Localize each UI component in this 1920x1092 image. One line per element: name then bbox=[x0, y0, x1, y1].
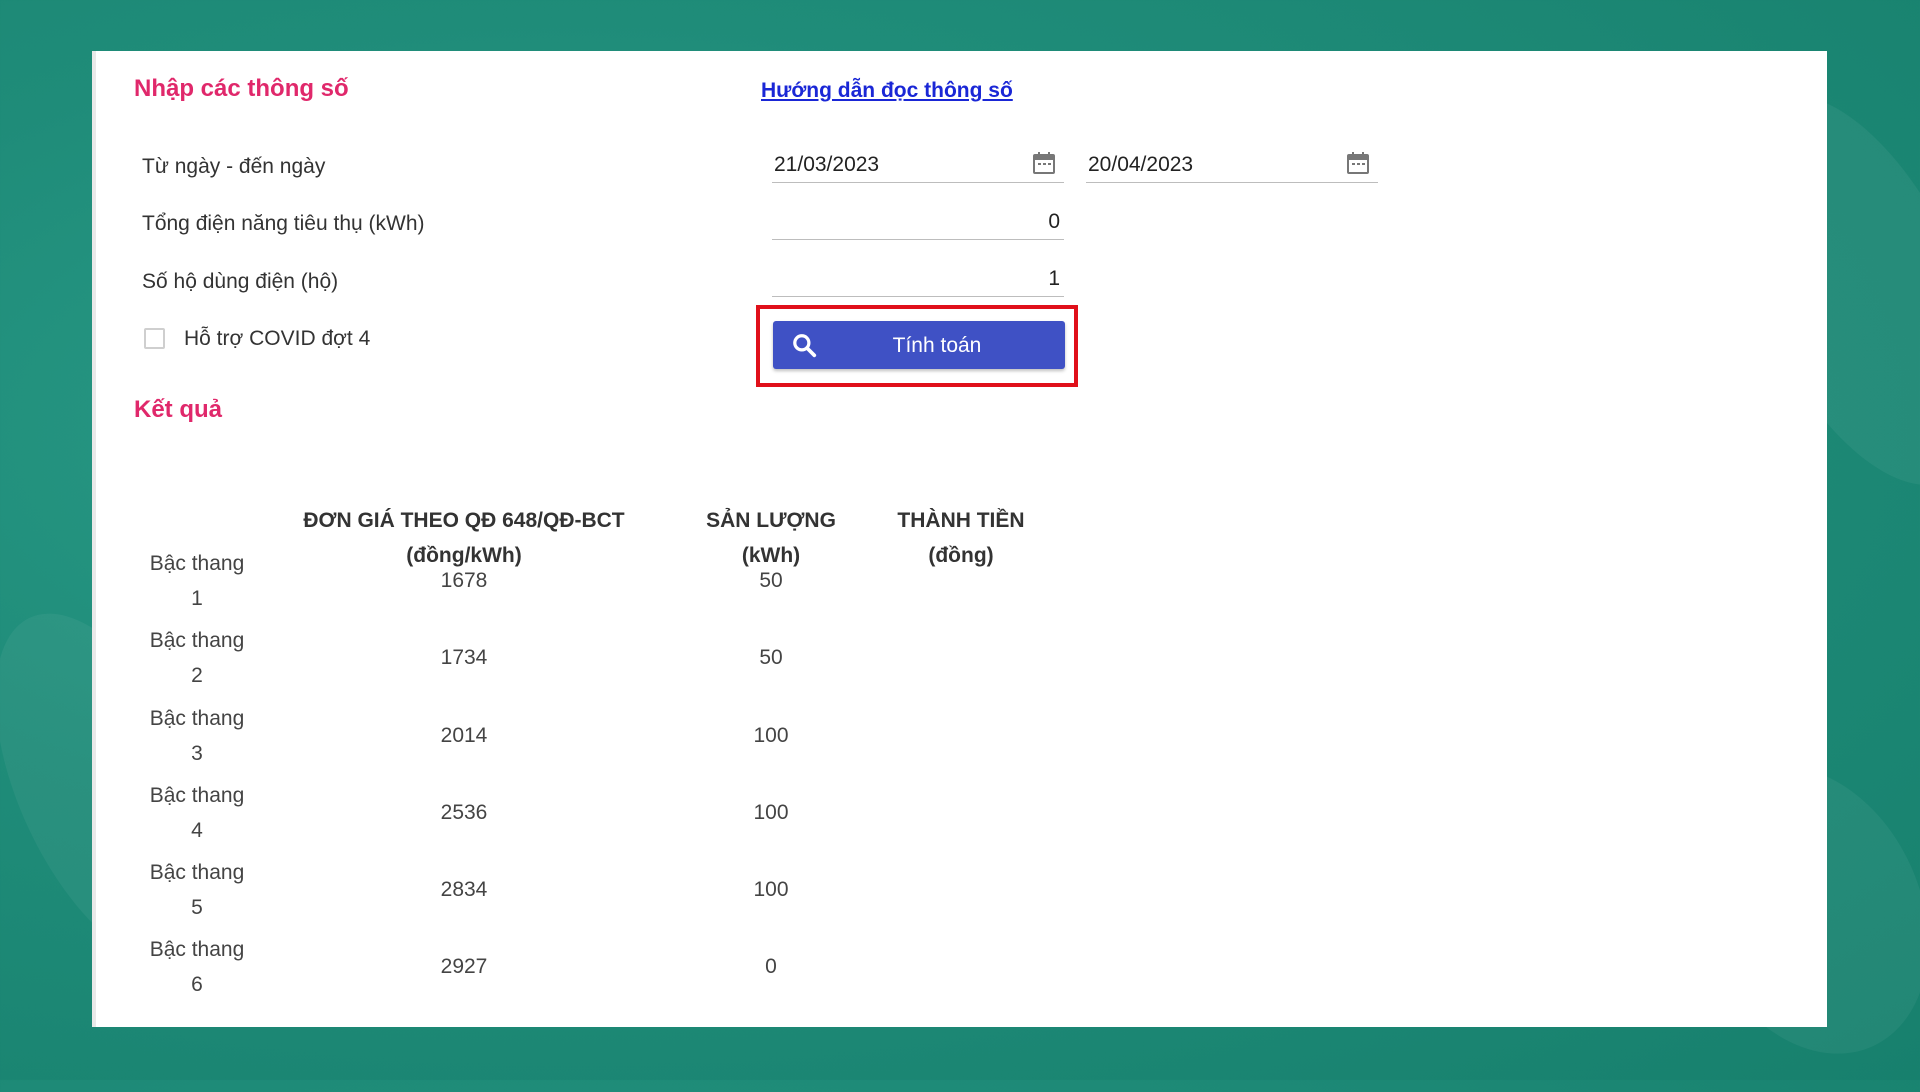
price-header-line2: (đồng/kWh) bbox=[406, 544, 522, 567]
price-column-header: ĐƠN GIÁ THEO QĐ 648/QĐ-BCT (đồng/kWh) bbox=[294, 503, 634, 573]
energy-label: Tổng điện năng tiêu thụ (kWh) bbox=[142, 212, 425, 235]
energy-value: 0 bbox=[1048, 209, 1060, 233]
tier-number: 1 bbox=[191, 587, 203, 610]
quantity-header-line2: (kWh) bbox=[741, 544, 801, 567]
price-cell: 1734 bbox=[440, 646, 488, 669]
price-cell: 2536 bbox=[440, 801, 488, 824]
tier-label-cell: Bậc thang 6 bbox=[136, 932, 258, 1002]
tier-number: 6 bbox=[191, 973, 203, 996]
amount-header-line1: THÀNH TIỀN bbox=[897, 509, 1025, 532]
tier-number: 2 bbox=[191, 664, 203, 687]
to-date-field[interactable]: 20/04/2023 bbox=[1086, 147, 1378, 183]
quantity-cell: 50 bbox=[759, 646, 783, 669]
households-label: Số hộ dùng điện (hộ) bbox=[142, 270, 339, 293]
calendar-icon[interactable] bbox=[1032, 151, 1056, 175]
price-cell: 2927 bbox=[440, 955, 488, 978]
to-date-value: 20/04/2023 bbox=[1088, 152, 1194, 176]
tier-label-cell: Bậc thang 4 bbox=[136, 778, 258, 848]
tier-label: Bậc thang bbox=[149, 552, 245, 575]
price-header-line1: ĐƠN GIÁ THEO QĐ 648/QĐ-BCT bbox=[303, 509, 625, 532]
covid-checkbox[interactable] bbox=[144, 328, 165, 349]
households-input[interactable]: 1 bbox=[772, 261, 1064, 297]
from-date-field[interactable]: 21/03/2023 bbox=[772, 147, 1064, 183]
input-section-title: Nhập các thông số bbox=[134, 75, 349, 102]
households-value: 1 bbox=[1048, 266, 1060, 290]
energy-input[interactable]: 0 bbox=[772, 204, 1064, 240]
amount-header-line2: (đồng) bbox=[928, 544, 994, 567]
tier-number: 5 bbox=[191, 896, 203, 919]
quantity-header-line1: SẢN LƯỢNG bbox=[706, 509, 836, 532]
tier-number: 3 bbox=[191, 742, 203, 765]
calculate-button[interactable]: Tính toán bbox=[773, 321, 1065, 369]
calendar-icon[interactable] bbox=[1346, 151, 1370, 175]
quantity-cell: 100 bbox=[753, 724, 789, 747]
quantity-cell: 0 bbox=[765, 955, 777, 978]
tier-number: 4 bbox=[191, 819, 203, 842]
calculate-button-label: Tính toán bbox=[892, 334, 982, 357]
tier-label-cell: Bậc thang 3 bbox=[136, 701, 258, 771]
covid-checkbox-label[interactable]: Hỗ trợ COVID đợt 4 bbox=[184, 327, 370, 351]
tier-label-cell: Bậc thang 1 bbox=[136, 546, 258, 616]
tier-label: Bậc thang bbox=[149, 861, 245, 884]
tier-label: Bậc thang bbox=[149, 707, 245, 730]
tier-label: Bậc thang bbox=[149, 938, 245, 961]
tier-label-cell: Bậc thang 5 bbox=[136, 855, 258, 925]
price-cell: 2834 bbox=[440, 878, 488, 901]
quantity-cell: 100 bbox=[753, 801, 789, 824]
tier-label: Bậc thang bbox=[149, 784, 245, 807]
quantity-column-header: SẢN LƯỢNG (kWh) bbox=[696, 503, 846, 573]
result-section-title: Kết quả bbox=[134, 396, 223, 423]
tier-label: Bậc thang bbox=[149, 629, 245, 652]
from-date-value: 21/03/2023 bbox=[774, 152, 880, 176]
calculator-card: Nhập các thông số Hướng dẫn đọc thông số… bbox=[92, 51, 1827, 1027]
tier-label-cell: Bậc thang 2 bbox=[136, 623, 258, 693]
amount-column-header: THÀNH TIỀN (đồng) bbox=[886, 503, 1036, 573]
help-link[interactable]: Hướng dẫn đọc thông số bbox=[761, 79, 1013, 103]
date-range-label: Từ ngày - đến ngày bbox=[142, 155, 326, 178]
price-cell: 2014 bbox=[440, 724, 488, 747]
price-cell: 1678 bbox=[440, 569, 488, 592]
quantity-cell: 50 bbox=[759, 569, 783, 592]
quantity-cell: 100 bbox=[753, 878, 789, 901]
